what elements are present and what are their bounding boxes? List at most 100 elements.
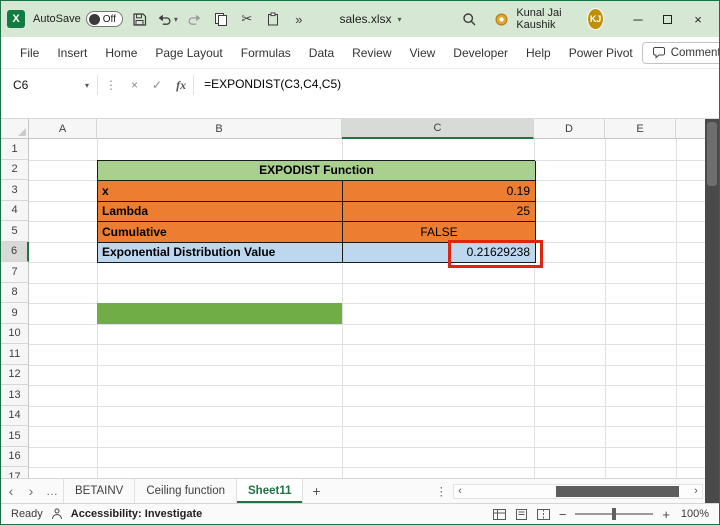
select-all-corner[interactable]	[1, 119, 29, 139]
kebab-icon[interactable]: ⋮	[436, 484, 448, 498]
row-header-9[interactable]: 9	[1, 303, 29, 324]
zoom-slider[interactable]	[575, 507, 654, 521]
horizontal-scrollbar[interactable]: ‹ ›	[453, 483, 703, 499]
avatar[interactable]: KJ	[587, 8, 604, 30]
copy-icon[interactable]	[212, 10, 230, 28]
cell-C4[interactable]: 25	[343, 201, 536, 222]
menu-item-data[interactable]: Data	[300, 42, 343, 64]
row-header-2[interactable]: 2	[1, 159, 29, 180]
name-box[interactable]: C6 ▾	[1, 73, 97, 97]
sheet-tab-ceiling-function[interactable]: Ceiling function	[135, 479, 237, 503]
column-header-A[interactable]: A	[29, 119, 97, 139]
row-header-15[interactable]: 15	[1, 426, 29, 447]
page-layout-view-icon[interactable]	[515, 508, 528, 520]
cell-C3[interactable]: 0.19	[343, 181, 536, 202]
cut-icon[interactable]: ✂	[238, 10, 256, 28]
scroll-right-icon[interactable]: ›	[690, 485, 702, 498]
column-header-partial[interactable]	[676, 119, 707, 139]
cell-B5[interactable]: Cumulative	[98, 222, 343, 243]
normal-view-icon[interactable]	[492, 508, 506, 520]
menu-item-home[interactable]: Home	[96, 42, 146, 64]
accessibility-status[interactable]: Accessibility: Investigate	[71, 508, 202, 520]
scroll-left-icon[interactable]: ‹	[454, 485, 466, 498]
page-break-view-icon[interactable]	[536, 508, 550, 520]
comments-button[interactable]: Comments	[641, 41, 719, 64]
add-sheet-button[interactable]: +	[303, 479, 329, 503]
undo-icon[interactable]: ▾	[157, 10, 178, 28]
zoom-out-button[interactable]: −	[559, 507, 567, 522]
menu-item-review[interactable]: Review	[343, 42, 400, 64]
row-header-7[interactable]: 7	[1, 262, 29, 283]
row-header-16[interactable]: 16	[1, 446, 29, 467]
autosave-toggle[interactable]: AutoSave Off	[33, 11, 123, 27]
menu-item-file[interactable]: File	[11, 42, 48, 64]
save-icon[interactable]	[131, 10, 149, 28]
row-header-17[interactable]: 17	[1, 467, 29, 478]
column-header-E[interactable]: E	[605, 119, 676, 139]
scrollbar-thumb[interactable]	[555, 485, 679, 497]
zoom-level[interactable]: 100%	[679, 508, 709, 520]
cell-B4[interactable]: Lambda	[98, 201, 343, 222]
cancel-icon[interactable]: ×	[124, 73, 145, 97]
cell-B9-green-block[interactable]	[97, 303, 342, 324]
row-header-1[interactable]: 1	[1, 139, 29, 160]
cell-B6[interactable]: Exponential Distribution Value	[98, 242, 343, 263]
file-name-menu[interactable]: sales.xlsx ▾	[339, 12, 401, 26]
paste-icon[interactable]	[264, 10, 282, 28]
row-header-4[interactable]: 4	[1, 200, 29, 221]
insert-function-icon[interactable]: fx	[169, 73, 193, 97]
kebab-icon: ⋮	[105, 78, 117, 92]
cell-B3[interactable]: x	[98, 181, 343, 202]
vertical-scrollbar[interactable]	[705, 119, 719, 503]
menu-item-view[interactable]: View	[401, 42, 445, 64]
row-header-10[interactable]: 10	[1, 323, 29, 344]
gridline	[29, 385, 707, 386]
menu-item-help[interactable]: Help	[517, 42, 560, 64]
menu-item-page-layout[interactable]: Page Layout	[146, 42, 231, 64]
scrollbar-track[interactable]	[466, 485, 690, 498]
row-header-6[interactable]: 6	[1, 241, 29, 262]
enter-icon[interactable]: ✓	[145, 73, 169, 97]
excel-logo-icon[interactable]: X	[7, 10, 25, 28]
sheet-list-icon[interactable]: …	[41, 479, 63, 503]
zoom-in-button[interactable]: +	[662, 507, 670, 522]
user-name[interactable]: Kunal Jai Kaushik	[516, 7, 581, 31]
close-button[interactable]: ×	[683, 6, 713, 32]
sheet-tab-betainv[interactable]: BETAINV	[63, 479, 136, 503]
chevron-down-icon[interactable]: ▾	[85, 81, 89, 90]
maximize-button[interactable]	[653, 6, 683, 32]
accessibility-icon[interactable]	[51, 508, 63, 520]
sheet-tab-sheet11[interactable]: Sheet11	[237, 479, 304, 503]
row-header-13[interactable]: 13	[1, 385, 29, 406]
menu-item-formulas[interactable]: Formulas	[232, 42, 300, 64]
comments-label: Comments	[670, 46, 719, 59]
search-icon[interactable]	[460, 10, 478, 28]
scrollbar-thumb[interactable]	[707, 122, 717, 186]
row-header-5[interactable]: 5	[1, 221, 29, 242]
gridline	[676, 139, 677, 478]
menu-item-insert[interactable]: Insert	[48, 42, 96, 64]
column-header-B[interactable]: B	[97, 119, 342, 139]
statusbar-right: − + 100%	[492, 507, 709, 522]
minimize-button[interactable]: ─	[623, 6, 653, 32]
row-header-14[interactable]: 14	[1, 405, 29, 426]
column-header-C[interactable]: C	[342, 119, 534, 139]
more-commands-icon[interactable]: »	[290, 10, 308, 28]
formula-input[interactable]: =EXPONDIST(C3,C4,C5)	[194, 73, 341, 91]
row-header-8[interactable]: 8	[1, 282, 29, 303]
row-header-3[interactable]: 3	[1, 180, 29, 201]
row-header-11[interactable]: 11	[1, 344, 29, 365]
menu-item-power-pivot[interactable]: Power Pivot	[560, 42, 642, 64]
menu-item-developer[interactable]: Developer	[444, 42, 517, 64]
zoom-slider-thumb[interactable]	[612, 508, 617, 520]
column-header-D[interactable]: D	[534, 119, 605, 139]
row-header-12[interactable]: 12	[1, 364, 29, 385]
autosave-label: AutoSave	[33, 13, 81, 25]
sheet-prev-icon[interactable]: ‹	[1, 479, 21, 503]
redo-icon[interactable]	[186, 10, 204, 28]
gridline	[29, 282, 707, 284]
table-title-cell[interactable]: EXPODIST Function	[98, 160, 536, 181]
autosave-switch[interactable]: Off	[85, 11, 123, 27]
account-area[interactable]: Kunal Jai Kaushik KJ	[492, 7, 604, 31]
sheet-next-icon[interactable]: ›	[21, 479, 41, 503]
